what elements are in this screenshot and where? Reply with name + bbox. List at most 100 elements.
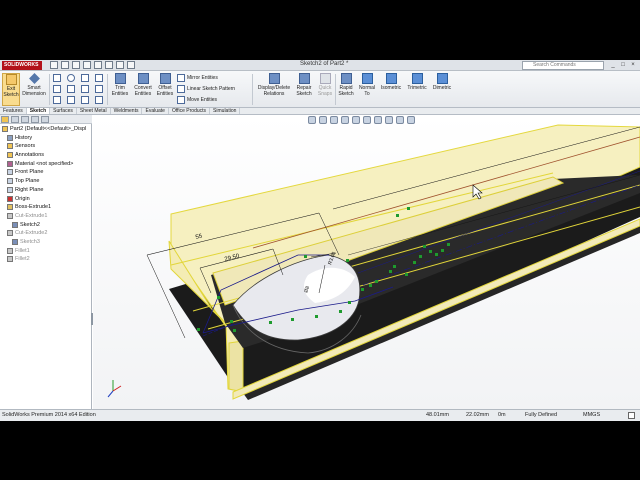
smart-dimension-button[interactable]: Smart Dimension [22,73,46,97]
new-icon[interactable] [50,61,58,69]
move-entities-label[interactable]: Move Entities [187,96,217,104]
quick-snaps-icon [319,73,331,84]
document-title: Sketch2 of Part2 * [300,61,349,67]
display-delete-relations-button[interactable]: Display/Delete Relations [255,73,293,97]
normal-to-button[interactable]: Normal To [357,73,377,97]
rapid-sketch-button[interactable]: Rapid Sketch [336,73,356,97]
mirror-icon[interactable] [177,74,185,82]
display-manager-tab-icon[interactable] [41,116,49,123]
dimxpert-tab-icon[interactable] [31,116,39,123]
convert-entities-button[interactable]: Convert Entities [132,73,154,97]
offset-entities-button[interactable]: Offset Entities [155,73,175,97]
linear-pattern-icon[interactable] [177,85,185,93]
spline-icon[interactable] [95,74,103,82]
feature-tree-item[interactable]: Top Plane [0,177,92,186]
feature-tree-item[interactable]: Cut-Extrude2 [0,229,92,238]
exit-sketch-label: Exit Sketch [3,86,19,98]
arc-icon[interactable] [81,74,89,82]
plane-sketch-icon[interactable] [81,96,89,104]
cut-icon [7,230,13,237]
title-bar: SOLIDWORKS Sketch2 of Part2 * Search Com… [0,60,640,71]
exit-sketch-button[interactable]: Exit Sketch [2,73,20,106]
repair-sketch-label: Repair Sketch [296,85,312,97]
tab-simulation[interactable]: Simulation [210,108,241,114]
feature-tree-item-label: Cut-Extrude1 [15,212,48,219]
property-manager-tab-icon[interactable] [11,116,19,123]
repair-sketch-button[interactable]: Repair Sketch [294,73,314,97]
feature-tree-item[interactable]: Sensors [0,142,92,151]
model-side-face [228,340,244,393]
feature-tree-item-label: Fillet2 [15,256,30,263]
ellipse-icon[interactable] [53,96,61,104]
relations-icon [268,73,280,84]
solidworks-logo[interactable]: SOLIDWORKS [2,61,42,70]
command-manager: Exit Sketch Smart Dimension Trim Entitie… [0,71,640,108]
material-icon [7,160,13,167]
linear-sketch-pattern-label[interactable]: Linear Sketch Pattern [187,85,235,93]
separator [49,74,50,105]
feature-tree-item[interactable]: Sketch3 [0,238,92,247]
slot-icon[interactable] [67,85,75,93]
maximize-button[interactable]: □ [619,61,627,69]
mirror-entities-label[interactable]: Mirror Entities [187,74,218,82]
model-viewport[interactable]: 55 29.50 R3.00 Ø8 [93,115,640,409]
print-icon[interactable] [83,61,91,69]
feature-tree-item[interactable]: Boss-Extrude1 [0,203,92,212]
tab-weldments[interactable]: Weldments [111,108,143,114]
save-icon[interactable] [72,61,80,69]
open-icon[interactable] [61,61,69,69]
feature-tree-item[interactable]: Cut-Extrude1 [0,212,92,221]
undo-icon[interactable] [94,61,102,69]
text-icon[interactable] [95,96,103,104]
part-icon [2,126,8,132]
search-commands-input[interactable]: Search Commands [522,61,604,70]
circle-icon[interactable] [67,74,75,82]
feature-tree-item[interactable]: Fillet1 [0,247,92,256]
normal-to-label: Normal To [358,85,376,97]
trimetric-icon [411,73,423,84]
feature-tree-tab-icon[interactable] [1,116,9,123]
offset-entities-label: Offset Entities [156,85,174,97]
tab-office-products[interactable]: Office Products [169,108,211,114]
help-icon[interactable] [628,412,635,419]
feature-tree-item-label: Fillet1 [15,247,30,254]
feature-tree-item-label: Material <not specified> [15,160,74,167]
feature-tree-item[interactable]: Right Plane [0,186,92,195]
feature-tree-item[interactable]: Part2 (Default<<Default>_Displ [0,125,92,134]
move-icon[interactable] [177,96,185,104]
feature-tree-item[interactable]: Origin [0,195,92,204]
quick-snaps-button[interactable]: Quick Snaps [316,73,334,97]
feature-tree-item[interactable]: Material <not specified> [0,160,92,169]
unit-system[interactable]: MMGS [583,410,600,421]
tab-features[interactable]: Features [0,108,27,114]
fillet-sketch-icon[interactable] [67,96,75,104]
tab-evaluate[interactable]: Evaluate [142,108,169,114]
tab-surfaces[interactable]: Surfaces [50,108,77,114]
close-button[interactable]: × [629,61,637,69]
dimetric-button[interactable]: Dimetric [430,73,454,91]
point-icon[interactable] [95,85,103,93]
feature-tree-item-label: Top Plane [15,178,40,185]
graphics-area[interactable]: 55 29.50 R3.00 Ø8 [93,115,640,409]
trim-entities-button[interactable]: Trim Entities [109,73,131,97]
feature-tree-item[interactable]: History [0,134,92,143]
feature-tree-item[interactable]: Fillet2 [0,255,92,264]
tab-sheet-metal[interactable]: Sheet Metal [77,108,111,114]
rebuild-icon[interactable] [116,61,124,69]
rectangle-icon[interactable] [53,85,61,93]
trimetric-button[interactable]: Trimetric [405,73,429,91]
minimize-button[interactable]: _ [609,61,617,69]
select-icon[interactable] [105,61,113,69]
line-icon[interactable] [53,74,61,82]
feature-tree-item[interactable]: Sketch2 [0,221,92,230]
polygon-icon[interactable] [81,85,89,93]
plane-icon [7,178,13,185]
options-icon[interactable] [127,61,135,69]
tab-sketch[interactable]: Sketch [26,108,51,114]
isometric-button[interactable]: Isometric [378,73,404,91]
feature-tree-item[interactable]: Annotations [0,151,92,160]
feature-tree-item[interactable]: Front Plane [0,168,92,177]
configuration-manager-tab-icon[interactable] [21,116,29,123]
normal-to-icon [361,73,373,84]
annotations-icon [7,152,13,159]
